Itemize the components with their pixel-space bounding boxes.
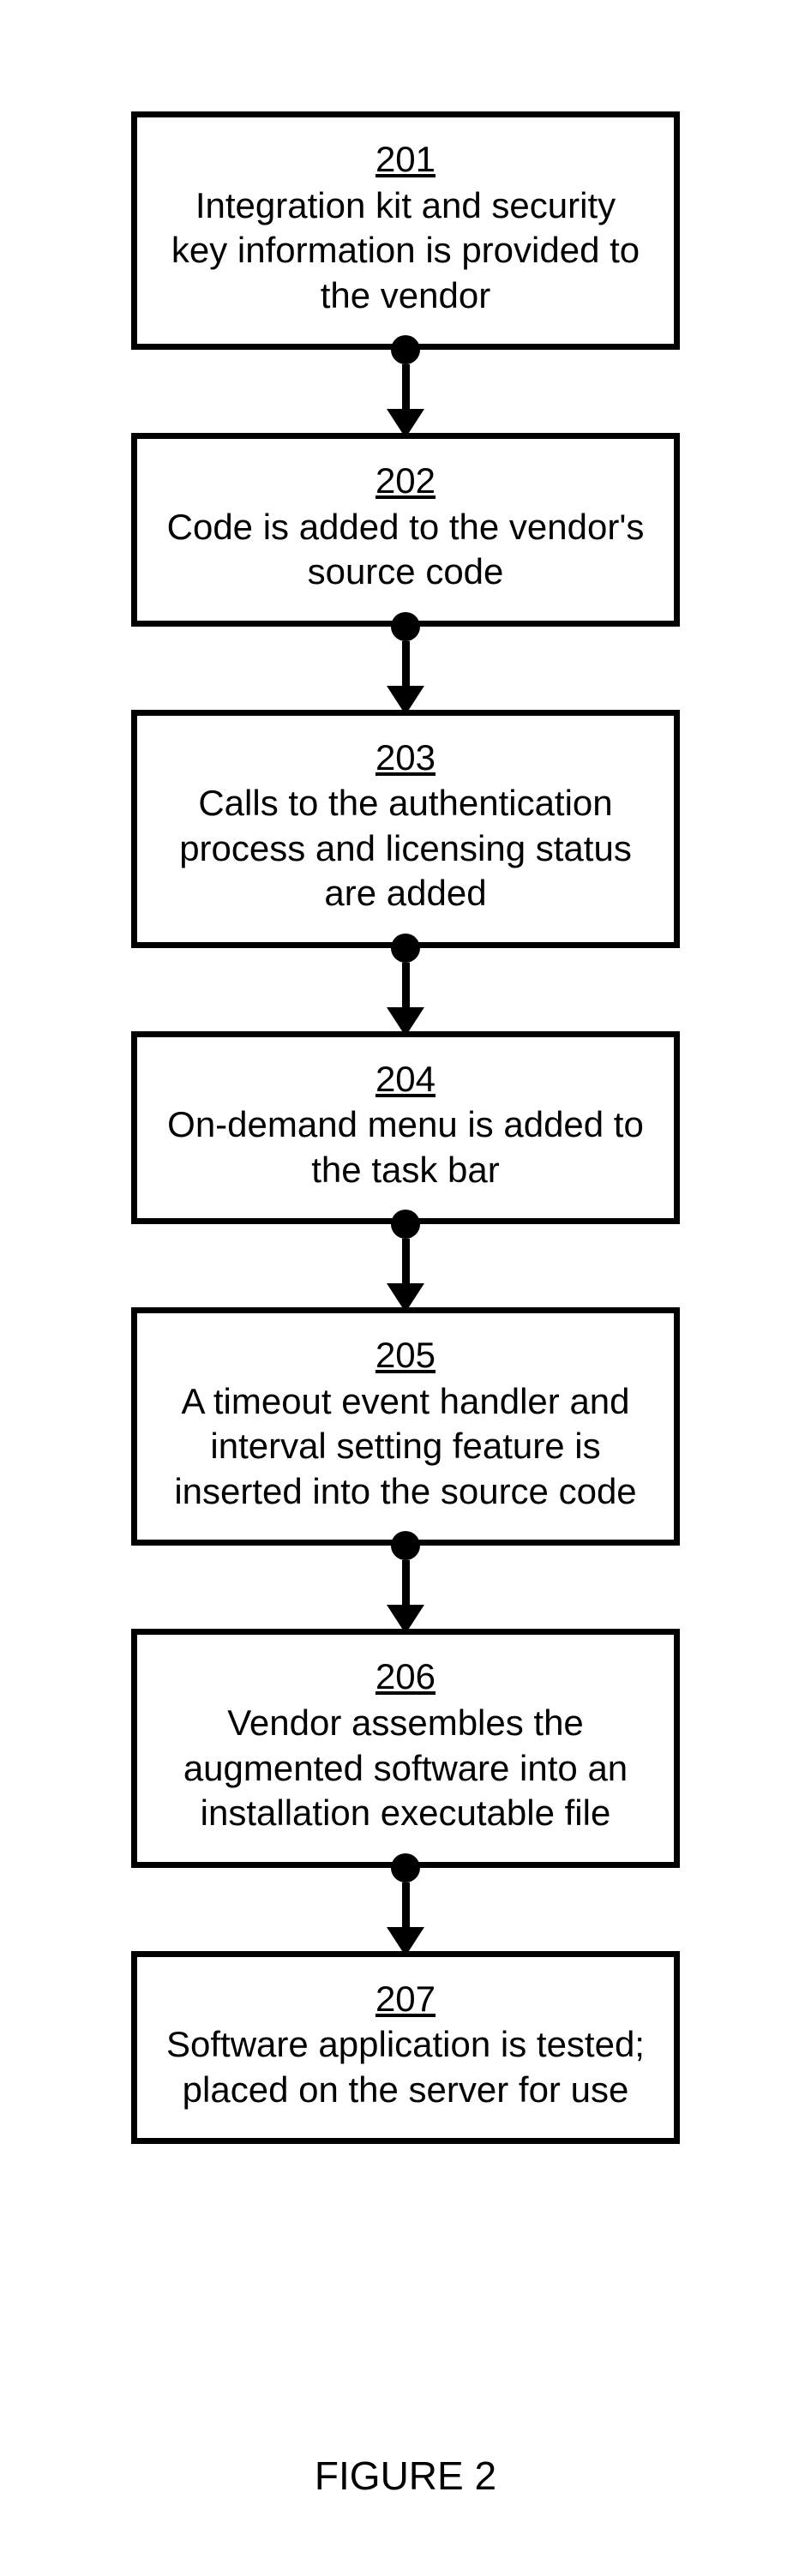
step-box-207: 207 Software application is tested; plac… (131, 1951, 680, 2145)
connector-arrow (387, 350, 424, 433)
connector-dot-icon (391, 1210, 420, 1239)
step-box-206: 206 Vendor assembles the augmented softw… (131, 1629, 680, 1867)
connector-shaft (402, 1239, 410, 1283)
step-text: Vendor assembles the augmented software … (163, 1701, 648, 1836)
step-text: A timeout event handler and interval set… (163, 1379, 648, 1515)
connector-arrow (387, 1224, 424, 1307)
connector-arrow (387, 627, 424, 710)
step-text: Software application is tested; placed o… (163, 2022, 648, 2112)
connector-arrow (387, 1546, 424, 1629)
step-text: Integration kit and security key informa… (163, 183, 648, 319)
connector-dot-icon (391, 1531, 420, 1560)
step-text: On-demand menu is added to the task bar (163, 1102, 648, 1192)
step-number: 202 (163, 458, 648, 505)
connector-shaft (402, 1882, 410, 1927)
step-text: Calls to the authentication process and … (163, 781, 648, 916)
connector-shaft (402, 641, 410, 686)
connector-dot-icon (391, 1853, 420, 1882)
step-box-201: 201 Integration kit and security key inf… (131, 111, 680, 350)
connector-shaft (402, 963, 410, 1007)
step-number: 201 (163, 136, 648, 183)
connector-shaft (402, 364, 410, 409)
connector-arrow (387, 1868, 424, 1951)
step-number: 206 (163, 1654, 648, 1701)
step-box-204: 204 On-demand menu is added to the task … (131, 1031, 680, 1225)
step-number: 207 (163, 1976, 648, 2023)
step-number: 203 (163, 735, 648, 782)
connector-shaft (402, 1560, 410, 1605)
connector-dot-icon (391, 335, 420, 364)
connector-arrow (387, 948, 424, 1031)
step-number: 204 (163, 1056, 648, 1103)
step-text: Code is added to the vendor's source cod… (163, 505, 648, 595)
step-box-202: 202 Code is added to the vendor's source… (131, 433, 680, 627)
connector-dot-icon (391, 612, 420, 641)
page: 201 Integration kit and security key inf… (0, 0, 811, 2576)
step-box-205: 205 A timeout event handler and interval… (131, 1307, 680, 1546)
flowchart: 201 Integration kit and security key inf… (123, 111, 688, 2144)
step-box-203: 203 Calls to the authentication process … (131, 710, 680, 948)
figure-label: FIGURE 2 (0, 2453, 811, 2499)
connector-dot-icon (391, 934, 420, 963)
step-number: 205 (163, 1332, 648, 1379)
